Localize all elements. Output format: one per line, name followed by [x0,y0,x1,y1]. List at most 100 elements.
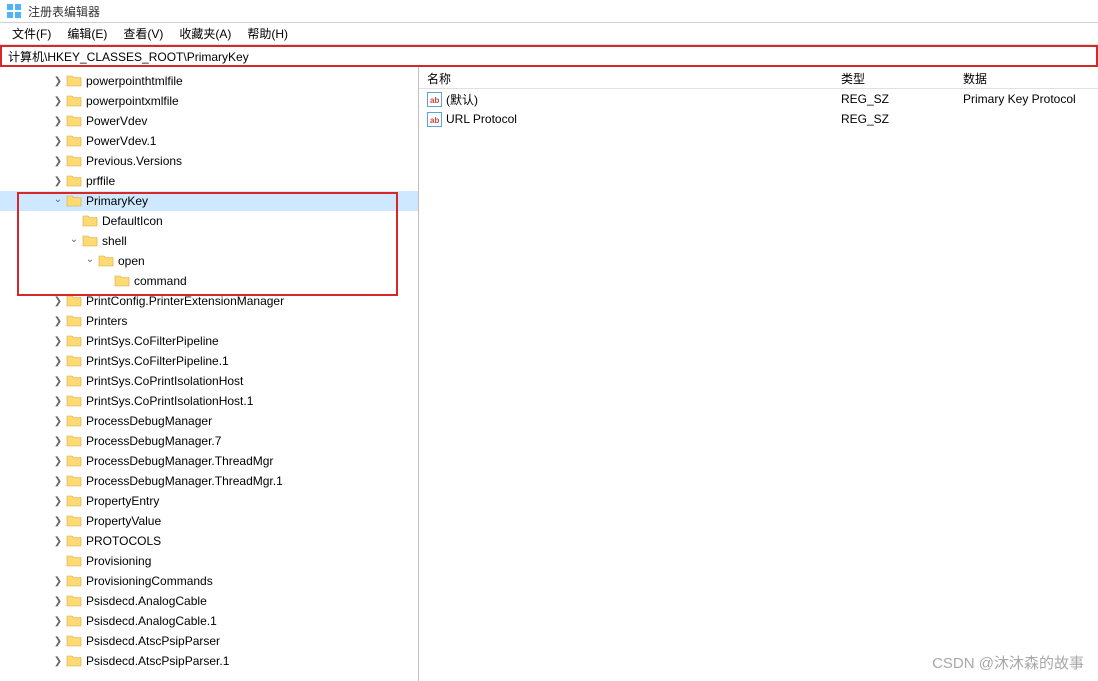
folder-icon [66,513,82,529]
menu-view[interactable]: 查看(V) [115,23,171,44]
tree-item[interactable]: ❯Psisdecd.AnalogCable.1 [0,611,418,631]
tree-item-label: Printers [86,314,127,328]
chevron-right-icon[interactable]: ❯ [50,473,66,489]
tree-item[interactable]: ❯ PropertyEntry [0,491,418,511]
folder-icon [114,273,130,289]
tree-item[interactable]: ❯prffile [0,171,418,191]
tree-item[interactable]: ❯ ProcessDebugManager [0,411,418,431]
tree-item-label: Previous.Versions [86,154,182,168]
folder-icon [66,173,82,189]
svg-text:ab: ab [430,116,439,125]
value-row[interactable]: ab(默认)REG_SZPrimary Key Protocol [419,89,1098,109]
tree-item-label: PrintSys.CoFilterPipeline [86,334,219,348]
chevron-right-icon[interactable]: ❯ [50,113,66,129]
menu-favorites[interactable]: 收藏夹(A) [171,23,239,44]
tree-item[interactable]: ❯ProcessDebugManager.ThreadMgr.1 [0,471,418,491]
tree-item[interactable]: ❯ Previous.Versions [0,151,418,171]
tree-item-label: PrintSys.CoPrintIsolationHost [86,374,243,388]
chevron-right-icon[interactable]: ❯ [50,153,66,169]
value-list[interactable]: ab(默认)REG_SZPrimary Key ProtocolabURL Pr… [419,89,1098,129]
chevron-right-icon[interactable]: ❯ [50,493,66,509]
tree-item[interactable]: ⌄ PrimaryKey [0,191,418,211]
folder-icon [66,533,82,549]
tree-item-label: command [134,274,187,288]
chevron-right-icon[interactable]: ❯ [50,413,66,429]
chevron-right-icon[interactable]: ❯ [50,93,66,109]
value-type: REG_SZ [833,112,955,126]
tree-item-label: ProcessDebugManager.7 [86,434,221,448]
value-row[interactable]: abURL ProtocolREG_SZ [419,109,1098,129]
chevron-right-icon[interactable]: ❯ [50,173,66,189]
tree-item[interactable]: ❯ ProvisioningCommands [0,571,418,591]
tree-item[interactable]: ❯ PrintSys.CoFilterPipeline [0,331,418,351]
tree-item[interactable]: Provisioning [0,551,418,571]
chevron-right-icon[interactable]: ❯ [50,333,66,349]
folder-icon [66,73,82,89]
tree-item[interactable]: ❯Psisdecd.AtscPsipParser.1 [0,651,418,671]
tree-item[interactable]: command [0,271,418,291]
tree-item[interactable]: ❯ PrintSys.CoPrintIsolationHost.1 [0,391,418,411]
tree-item-label: PropertyEntry [86,494,159,508]
chevron-right-icon[interactable]: ❯ [50,373,66,389]
folder-icon [66,373,82,389]
menu-help[interactable]: 帮助(H) [239,23,296,44]
tree-item-label: PropertyValue [86,514,161,528]
address-bar[interactable]: 计算机\HKEY_CLASSES_ROOT\PrimaryKey [0,45,1098,67]
tree-item[interactable]: ❯ Printers [0,311,418,331]
tree-item-label: PrimaryKey [86,194,148,208]
chevron-right-icon[interactable]: ❯ [50,313,66,329]
tree-item[interactable]: ❯Psisdecd.AtscPsipParser [0,631,418,651]
tree-item[interactable]: ❯ProcessDebugManager.ThreadMgr [0,451,418,471]
tree-item[interactable]: ❯PrintSys.CoFilterPipeline.1 [0,351,418,371]
tree-item[interactable]: DefaultIcon [0,211,418,231]
tree-item-label: PrintSys.CoPrintIsolationHost.1 [86,394,253,408]
list-header: 名称 类型 数据 [419,67,1098,89]
tree-item-label: Provisioning [86,554,151,568]
col-header-type[interactable]: 类型 [833,67,955,88]
chevron-right-icon[interactable]: ❯ [50,133,66,149]
tree-item[interactable]: ❯powerpointhtmlfile [0,71,418,91]
folder-icon [66,293,82,309]
tree-item-label: PowerVdev.1 [86,134,156,148]
menu-edit[interactable]: 编辑(E) [59,23,115,44]
chevron-right-icon[interactable]: ❯ [50,613,66,629]
tree-item-label: DefaultIcon [102,214,163,228]
chevron-right-icon[interactable]: ❯ [50,293,66,309]
tree-item-label: open [118,254,145,268]
chevron-right-icon[interactable]: ❯ [50,633,66,649]
tree-item[interactable]: ❯ ProcessDebugManager.7 [0,431,418,451]
menu-file[interactable]: 文件(F) [4,23,59,44]
tree-item[interactable]: ❯Psisdecd.AnalogCable [0,591,418,611]
chevron-right-icon[interactable]: ❯ [50,653,66,669]
tree-item-label: ProvisioningCommands [86,574,213,588]
tree-item[interactable]: ❯PowerVdev [0,111,418,131]
col-header-data[interactable]: 数据 [955,67,1098,88]
tree-item[interactable]: ❯ PropertyValue [0,511,418,531]
tree-item[interactable]: ⌄ open [0,251,418,271]
chevron-right-icon[interactable]: ❯ [50,453,66,469]
tree-item[interactable]: ❯powerpointxmlfile [0,91,418,111]
folder-icon [66,453,82,469]
tree-item[interactable]: ❯ PrintSys.CoPrintIsolationHost [0,371,418,391]
chevron-right-icon[interactable]: ❯ [50,533,66,549]
tree-item[interactable]: ❯PROTOCOLS [0,531,418,551]
chevron-right-icon[interactable]: ❯ [50,433,66,449]
tree-item-label: ProcessDebugManager [86,414,212,428]
tree-item[interactable]: ❯ PowerVdev.1 [0,131,418,151]
registry-tree[interactable]: ❯powerpointhtmlfile❯powerpointxmlfile❯Po… [0,71,418,671]
folder-icon [66,113,82,129]
chevron-down-icon[interactable]: ⌄ [82,251,98,267]
col-header-name[interactable]: 名称 [419,67,833,88]
chevron-right-icon[interactable]: ❯ [50,593,66,609]
tree-item[interactable]: ⌄shell [0,231,418,251]
chevron-right-icon[interactable]: ❯ [50,73,66,89]
chevron-right-icon[interactable]: ❯ [50,393,66,409]
chevron-right-icon[interactable]: ❯ [50,513,66,529]
tree-item[interactable]: ❯PrintConfig.PrinterExtensionManager [0,291,418,311]
chevron-down-icon[interactable]: ⌄ [50,191,66,207]
chevron-right-icon[interactable]: ❯ [50,353,66,369]
chevron-down-icon[interactable]: ⌄ [66,231,82,247]
main-area: ❯powerpointhtmlfile❯powerpointxmlfile❯Po… [0,67,1098,681]
folder-icon [82,233,98,249]
chevron-right-icon[interactable]: ❯ [50,573,66,589]
